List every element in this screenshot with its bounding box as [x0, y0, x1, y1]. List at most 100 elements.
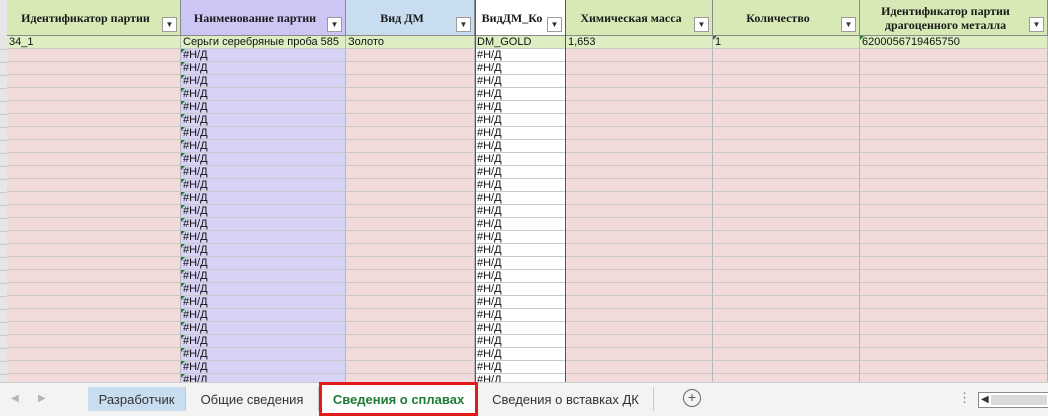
empty-cell[interactable] — [713, 244, 860, 257]
na-cell[interactable]: #Н/Д — [181, 192, 346, 205]
data-cell[interactable]: Золото — [346, 36, 475, 49]
filter-dropdown-icon[interactable]: ▼ — [456, 17, 471, 32]
na-cell[interactable]: #Н/Д — [475, 231, 566, 244]
tab-inserts-info[interactable]: Сведения о вставках ДК — [478, 387, 654, 411]
empty-cell[interactable] — [7, 114, 181, 127]
na-cell[interactable]: #Н/Д — [475, 88, 566, 101]
na-cell[interactable]: #Н/Д — [475, 218, 566, 231]
na-cell[interactable]: #Н/Д — [475, 309, 566, 322]
empty-cell[interactable] — [7, 348, 181, 361]
empty-cell[interactable] — [713, 62, 860, 75]
empty-cell[interactable] — [566, 88, 713, 101]
empty-cell[interactable] — [7, 140, 181, 153]
empty-cell[interactable] — [7, 283, 181, 296]
empty-cell[interactable] — [7, 62, 181, 75]
na-cell[interactable]: #Н/Д — [181, 296, 346, 309]
empty-cell[interactable] — [860, 257, 1048, 270]
empty-cell[interactable] — [346, 270, 475, 283]
column-header[interactable]: Вид ДМ ▼ — [346, 0, 475, 36]
empty-cell[interactable] — [7, 218, 181, 231]
empty-cell[interactable] — [7, 361, 181, 374]
na-cell[interactable]: #Н/Д — [181, 283, 346, 296]
na-cell[interactable]: #Н/Д — [181, 309, 346, 322]
empty-cell[interactable] — [713, 283, 860, 296]
na-cell[interactable]: #Н/Д — [181, 205, 346, 218]
empty-cell[interactable] — [7, 270, 181, 283]
empty-cell[interactable] — [7, 257, 181, 270]
empty-cell[interactable] — [860, 283, 1048, 296]
na-cell[interactable]: #Н/Д — [475, 244, 566, 257]
empty-cell[interactable] — [860, 361, 1048, 374]
na-cell[interactable]: #Н/Д — [181, 153, 346, 166]
ellipsis-icon[interactable]: ⋮ — [958, 390, 971, 406]
na-cell[interactable]: #Н/Д — [181, 140, 346, 153]
column-header[interactable]: Количество ▼ — [713, 0, 860, 36]
empty-cell[interactable] — [566, 218, 713, 231]
empty-cell[interactable] — [7, 127, 181, 140]
empty-cell[interactable] — [713, 296, 860, 309]
chevron-left-icon[interactable]: ◀ — [11, 393, 19, 404]
empty-cell[interactable] — [7, 205, 181, 218]
empty-cell[interactable] — [860, 244, 1048, 257]
empty-cell[interactable] — [860, 231, 1048, 244]
empty-cell[interactable] — [860, 140, 1048, 153]
empty-cell[interactable] — [713, 231, 860, 244]
empty-cell[interactable] — [713, 257, 860, 270]
empty-cell[interactable] — [566, 62, 713, 75]
empty-cell[interactable] — [713, 88, 860, 101]
empty-cell[interactable] — [566, 114, 713, 127]
empty-cell[interactable] — [860, 114, 1048, 127]
empty-cell[interactable] — [7, 309, 181, 322]
empty-cell[interactable] — [346, 127, 475, 140]
empty-cell[interactable] — [860, 296, 1048, 309]
na-cell[interactable]: #Н/Д — [181, 218, 346, 231]
na-cell[interactable]: #Н/Д — [475, 348, 566, 361]
empty-cell[interactable] — [713, 309, 860, 322]
filter-dropdown-icon[interactable]: ▼ — [547, 17, 562, 32]
filter-dropdown-icon[interactable]: ▼ — [1029, 17, 1044, 32]
empty-cell[interactable] — [346, 257, 475, 270]
na-cell[interactable]: #Н/Д — [475, 296, 566, 309]
empty-cell[interactable] — [7, 153, 181, 166]
empty-cell[interactable] — [713, 101, 860, 114]
empty-cell[interactable] — [860, 179, 1048, 192]
na-cell[interactable]: #Н/Д — [475, 140, 566, 153]
empty-cell[interactable] — [713, 361, 860, 374]
na-cell[interactable]: #Н/Д — [475, 257, 566, 270]
na-cell[interactable]: #Н/Д — [475, 49, 566, 62]
empty-cell[interactable] — [7, 49, 181, 62]
empty-cell[interactable] — [7, 296, 181, 309]
empty-cell[interactable] — [7, 335, 181, 348]
empty-cell[interactable] — [566, 270, 713, 283]
empty-cell[interactable] — [860, 88, 1048, 101]
column-header[interactable]: ВидДМ_Ко ▼ — [475, 0, 566, 36]
empty-cell[interactable] — [346, 322, 475, 335]
na-cell[interactable]: #Н/Д — [475, 270, 566, 283]
empty-cell[interactable] — [7, 192, 181, 205]
empty-cell[interactable] — [566, 361, 713, 374]
empty-cell[interactable] — [7, 101, 181, 114]
na-cell[interactable]: #Н/Д — [181, 114, 346, 127]
na-cell[interactable]: #Н/Д — [181, 127, 346, 140]
na-cell[interactable]: #Н/Д — [181, 75, 346, 88]
na-cell[interactable]: #Н/Д — [181, 62, 346, 75]
empty-cell[interactable] — [566, 283, 713, 296]
empty-cell[interactable] — [860, 62, 1048, 75]
empty-cell[interactable] — [713, 114, 860, 127]
empty-cell[interactable] — [7, 244, 181, 257]
empty-cell[interactable] — [346, 244, 475, 257]
empty-cell[interactable] — [346, 283, 475, 296]
empty-cell[interactable] — [713, 348, 860, 361]
empty-cell[interactable] — [346, 179, 475, 192]
empty-cell[interactable] — [346, 49, 475, 62]
empty-cell[interactable] — [713, 374, 860, 382]
empty-cell[interactable] — [860, 218, 1048, 231]
na-cell[interactable]: #Н/Д — [181, 166, 346, 179]
empty-cell[interactable] — [566, 179, 713, 192]
empty-cell[interactable] — [7, 374, 181, 382]
empty-cell[interactable] — [346, 88, 475, 101]
na-cell[interactable]: #Н/Д — [475, 179, 566, 192]
empty-cell[interactable] — [346, 361, 475, 374]
empty-cell[interactable] — [566, 296, 713, 309]
empty-cell[interactable] — [346, 205, 475, 218]
